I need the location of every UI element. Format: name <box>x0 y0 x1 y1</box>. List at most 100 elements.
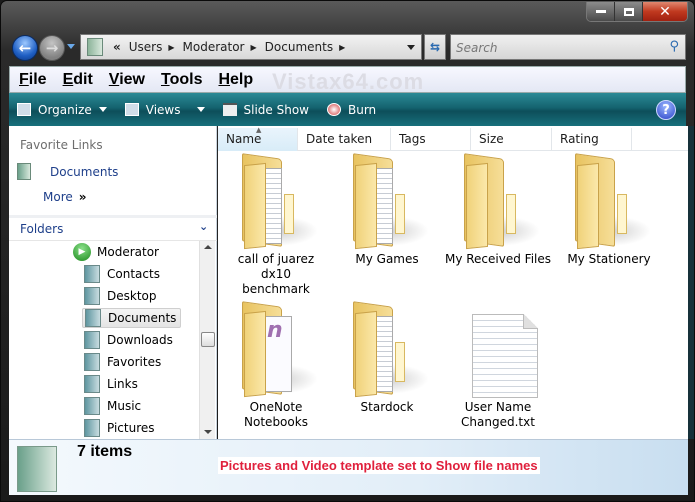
menu-file[interactable]: File <box>19 71 47 89</box>
contacts-folder-icon <box>84 265 100 283</box>
music-folder-icon <box>84 397 100 415</box>
favorite-link-documents[interactable]: Documents <box>17 163 118 180</box>
favorites-folder-icon <box>84 353 100 371</box>
file-item[interactable]: My Stationery <box>555 152 663 267</box>
breadcrumb-moderator[interactable]: Moderator <box>183 40 245 54</box>
file-item[interactable]: User Name Changed.txt <box>444 300 552 430</box>
documents-folder-large-icon <box>17 446 57 492</box>
command-bar: Organize Views Slide Show Burn ? <box>9 93 686 126</box>
documents-folder-icon <box>87 38 103 56</box>
maximize-button[interactable] <box>615 2 643 21</box>
breadcrumb-documents[interactable]: Documents <box>265 40 333 54</box>
file-item[interactable]: Stardock <box>333 300 441 415</box>
close-button[interactable]: ✕ <box>643 2 687 21</box>
column-header-date-taken[interactable]: Date taken <box>298 128 391 151</box>
folder-tree-scrollbar[interactable] <box>199 241 215 439</box>
menu-edit[interactable]: Edit <box>63 71 93 89</box>
breadcrumb-overflow[interactable]: « <box>113 40 121 54</box>
scrollbar-thumb[interactable] <box>201 332 215 347</box>
file-item[interactable]: My Received Files <box>444 152 552 267</box>
breadcrumb-separator-icon[interactable]: ▶ <box>251 43 257 52</box>
breadcrumb-users[interactable]: Users <box>129 40 163 54</box>
views-icon <box>124 103 139 116</box>
help-icon: ? <box>662 102 670 118</box>
window-edge <box>688 126 694 439</box>
text-file-icon <box>472 314 538 398</box>
file-list-pane: ▲ Name Date taken Tags Size Rating call … <box>218 126 688 439</box>
views-label: Views <box>145 102 181 117</box>
links-folder-icon <box>84 375 100 393</box>
organize-button[interactable]: Organize <box>17 103 107 117</box>
scroll-down-icon[interactable] <box>204 430 212 434</box>
back-arrow-icon: ← <box>18 39 32 57</box>
folder-tree: ▶ Moderator Contacts Desktop Documents D… <box>9 240 217 439</box>
more-label: More <box>43 190 73 204</box>
help-button[interactable]: ? <box>656 100 676 120</box>
double-chevron-icon: » <box>78 190 87 204</box>
menu-help[interactable]: Help <box>218 71 253 89</box>
folder-icon <box>242 153 318 250</box>
tree-item-music[interactable]: Music <box>82 396 145 416</box>
burn-label: Burn <box>347 102 377 117</box>
breadcrumb-separator-icon[interactable]: ▶ <box>339 43 345 52</box>
watermark: Vistax64.com <box>272 69 425 94</box>
tree-item-pictures[interactable]: Pictures <box>82 418 159 438</box>
search-placeholder: Search <box>456 41 498 55</box>
column-headers: ▲ Name Date taken Tags Size Rating <box>218 126 688 151</box>
pictures-folder-icon <box>84 419 100 437</box>
navigation-pane: Favorite Links Documents More » Folders ⌄… <box>9 126 217 439</box>
file-item[interactable]: My Games <box>333 152 441 267</box>
minimize-icon <box>595 10 606 13</box>
file-grid: call of juarez dx10 benchmark My Games M… <box>218 152 688 439</box>
search-icon[interactable]: ⚲ <box>669 39 679 54</box>
views-button[interactable]: Views <box>124 102 205 117</box>
organize-label: Organize <box>38 102 92 117</box>
favorite-links-heading: Favorite Links <box>20 138 103 152</box>
tree-item-links[interactable]: Links <box>82 374 142 394</box>
column-header-name[interactable]: ▲ Name <box>218 126 298 151</box>
tree-item-moderator[interactable]: ▶ Moderator <box>71 242 163 262</box>
menu-bar: File Edit View Tools Help Vistax64.com <box>9 66 686 94</box>
dropdown-arrow-icon <box>196 107 205 112</box>
back-button[interactable]: ← <box>12 35 38 61</box>
tree-item-documents[interactable]: Documents <box>82 308 182 328</box>
minimize-button[interactable] <box>587 2 615 21</box>
recent-pages-dropdown[interactable] <box>67 44 75 49</box>
search-input[interactable]: Search ⚲ <box>450 34 686 60</box>
column-header-rating[interactable]: Rating <box>552 128 632 151</box>
column-header-tags[interactable]: Tags <box>391 128 471 151</box>
explorer-window: ✕ ← → « Users ▶ Moderator ▶ Documents ▶ … <box>0 0 695 502</box>
breadcrumb-separator-icon[interactable]: ▶ <box>168 43 174 52</box>
pane-divider[interactable] <box>9 215 217 218</box>
window-controls: ✕ <box>586 2 688 22</box>
onenote-folder-icon <box>242 301 318 398</box>
downloads-folder-icon <box>84 331 100 349</box>
menu-view[interactable]: View <box>109 71 145 89</box>
empty-folder-icon <box>464 153 540 250</box>
refresh-icon: ⇆ <box>429 40 441 54</box>
refresh-button[interactable]: ⇆ <box>424 34 446 60</box>
annotation-note: Pictures and Video template set to Show … <box>218 457 540 474</box>
desktop-folder-icon <box>84 287 100 305</box>
file-item[interactable]: OneNote Notebooks <box>222 300 330 430</box>
tree-item-desktop[interactable]: Desktop <box>82 286 161 306</box>
address-dropdown-icon[interactable] <box>407 45 415 50</box>
file-item[interactable]: call of juarez dx10 benchmark <box>222 152 330 297</box>
more-links-button[interactable]: More » <box>43 190 87 204</box>
forward-button[interactable]: → <box>39 35 65 61</box>
column-header-size[interactable]: Size <box>471 128 552 151</box>
burn-button[interactable]: Burn <box>326 102 377 117</box>
documents-folder-icon <box>17 163 31 180</box>
slideshow-label: Slide Show <box>243 102 309 117</box>
folders-heading[interactable]: Folders <box>20 222 63 236</box>
item-count: 7 items <box>77 443 133 460</box>
chevron-down-icon[interactable]: ⌄ <box>199 220 208 233</box>
menu-tools[interactable]: Tools <box>161 71 202 89</box>
tree-item-contacts[interactable]: Contacts <box>82 264 164 284</box>
tree-item-favorites[interactable]: Favorites <box>82 352 165 372</box>
slideshow-button[interactable]: Slide Show <box>222 102 309 117</box>
tree-item-downloads[interactable]: Downloads <box>82 330 177 350</box>
address-bar[interactable]: « Users ▶ Moderator ▶ Documents ▶ <box>80 34 422 60</box>
scroll-up-icon[interactable] <box>204 245 212 249</box>
details-pane: 7 items Pictures and Video template set … <box>9 439 688 495</box>
